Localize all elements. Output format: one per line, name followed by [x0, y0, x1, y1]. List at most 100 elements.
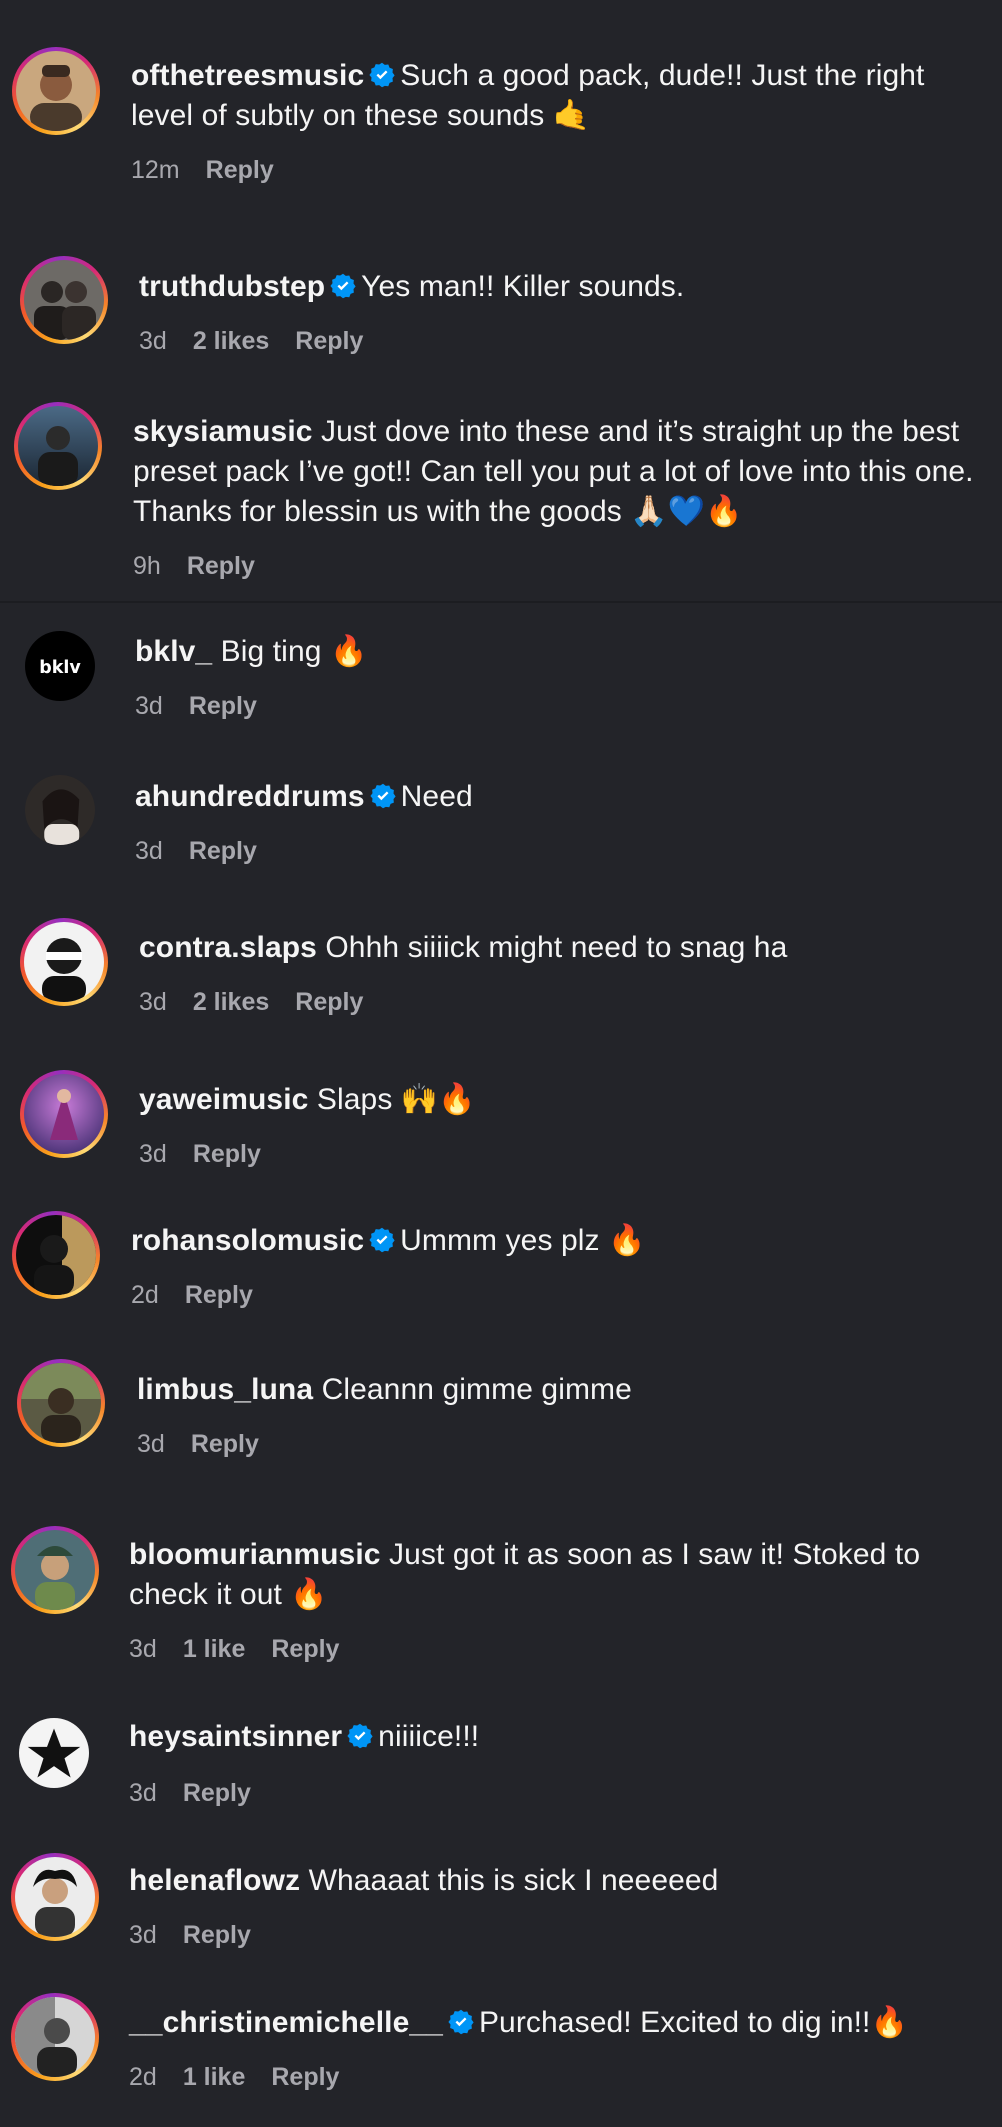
- comment-username[interactable]: bloomurianmusic: [129, 1538, 381, 1571]
- comment-body: Ohhh siiiick might need to snag ha: [325, 931, 788, 964]
- comment-time: 3d: [129, 1635, 157, 1663]
- reply-button[interactable]: Reply: [271, 1635, 339, 1663]
- comment-meta: 3d Reply: [135, 691, 283, 721]
- reply-button[interactable]: Reply: [193, 1140, 261, 1168]
- comment-meta: 3d Reply: [139, 1139, 287, 1169]
- comment-time: 3d: [139, 1140, 167, 1168]
- comment-meta: 3d Reply: [129, 1920, 277, 1950]
- reply-button[interactable]: Reply: [295, 327, 363, 355]
- comment-meta: 3d 2 likes Reply: [139, 987, 389, 1017]
- comment-username[interactable]: ofthetreesmusic: [131, 59, 364, 92]
- comment-text: bklv_ Big ting 🔥: [135, 632, 974, 672]
- comment-username[interactable]: heysaintsinner: [129, 1720, 342, 1753]
- comment-time: 3d: [135, 837, 163, 865]
- comment-username[interactable]: truthdubstep: [139, 270, 325, 303]
- comment-body: Yes man!! Killer sounds.: [361, 270, 685, 303]
- comment-text: yaweimusic Slaps 🙌🔥: [139, 1080, 974, 1120]
- verified-badge-icon: [329, 272, 357, 300]
- comment-username[interactable]: limbus_luna: [137, 1373, 313, 1406]
- comment-text: helenaflowz Whaaaat this is sick I neeee…: [129, 1861, 974, 1901]
- reply-button[interactable]: Reply: [189, 837, 257, 865]
- avatar[interactable]: [20, 256, 108, 344]
- reply-button[interactable]: Reply: [206, 156, 274, 184]
- comment-body: Purchased! Excited to dig in!!🔥: [478, 2006, 908, 2039]
- avatar[interactable]: [14, 402, 102, 490]
- comment-meta: 3d Reply: [135, 836, 283, 866]
- comment-text: bloomurianmusic Just got it as soon as I…: [129, 1535, 974, 1615]
- comment-time: 12m: [131, 156, 180, 184]
- reply-button[interactable]: Reply: [295, 988, 363, 1016]
- avatar[interactable]: [19, 1718, 89, 1788]
- comment-username[interactable]: skysiamusic: [133, 415, 313, 448]
- comment-body: niiiice!!!: [378, 1720, 480, 1753]
- comment-time: 9h: [133, 552, 161, 580]
- comment-meta: 2d Reply: [131, 1280, 279, 1310]
- comment-meta: 3d Reply: [137, 1429, 285, 1459]
- comment-body: Whaaaat this is sick I neeeeed: [308, 1864, 719, 1897]
- comment-body: Cleannn gimme gimme: [321, 1373, 632, 1406]
- comment-meta: 3d 2 likes Reply: [139, 326, 389, 356]
- comment-username[interactable]: __christinemichelle__: [129, 2006, 443, 2039]
- verified-badge-icon: [346, 1722, 374, 1750]
- comment-text: truthdubstep Yes man!! Killer sounds.: [139, 267, 974, 307]
- comment-username[interactable]: rohansolomusic: [131, 1224, 364, 1257]
- comment-meta: 3d Reply: [129, 1778, 277, 1808]
- comment-time: 3d: [137, 1430, 165, 1458]
- verified-badge-icon: [368, 1226, 396, 1254]
- comment-text: rohansolomusic Ummm yes plz 🔥: [131, 1221, 974, 1261]
- comment-text: skysiamusic Just dove into these and it’…: [133, 412, 974, 532]
- avatar[interactable]: [20, 918, 108, 1006]
- avatar[interactable]: [12, 1211, 100, 1299]
- comment-text: ofthetreesmusic Such a good pack, dude!! …: [131, 56, 974, 136]
- comment-time: 2d: [129, 2063, 157, 2091]
- reply-button[interactable]: Reply: [183, 1779, 251, 1807]
- comment-body: Big ting 🔥: [220, 635, 368, 668]
- comment-time: 3d: [129, 1921, 157, 1949]
- verified-badge-icon: [369, 782, 397, 810]
- comment-meta: 12m Reply: [131, 155, 300, 185]
- reply-button[interactable]: Reply: [189, 692, 257, 720]
- reply-button[interactable]: Reply: [185, 1281, 253, 1309]
- comment-body: Ummm yes plz 🔥: [400, 1224, 646, 1257]
- comment-meta: 3d 1 like Reply: [129, 1634, 365, 1664]
- comment-username[interactable]: contra.slaps: [139, 931, 317, 964]
- comment-username[interactable]: helenaflowz: [129, 1864, 300, 1897]
- comment-text: contra.slaps Ohhh siiiick might need to …: [139, 928, 974, 968]
- avatar[interactable]: [20, 1070, 108, 1158]
- avatar[interactable]: [11, 1526, 99, 1614]
- comment-time: 2d: [131, 1281, 159, 1309]
- comment-meta: 9h Reply: [133, 551, 281, 581]
- comment-body: Need: [400, 780, 473, 813]
- likes-count[interactable]: 1 like: [183, 2063, 246, 2091]
- avatar[interactable]: [11, 1853, 99, 1941]
- likes-count[interactable]: 2 likes: [193, 327, 269, 355]
- svg-text:bklv: bklv: [39, 658, 81, 678]
- reply-button[interactable]: Reply: [183, 1921, 251, 1949]
- comment-username[interactable]: yaweimusic: [139, 1083, 308, 1116]
- comment-time: 3d: [139, 327, 167, 355]
- comment-text: limbus_luna Cleannn gimme gimme: [137, 1370, 974, 1410]
- comment-username[interactable]: ahundreddrums: [135, 780, 365, 813]
- reply-button[interactable]: Reply: [191, 1430, 259, 1458]
- comment-body: Slaps 🙌🔥: [316, 1083, 476, 1116]
- comment-time: 3d: [135, 692, 163, 720]
- reply-button[interactable]: Reply: [271, 2063, 339, 2091]
- comment-text: ahundreddrums Need: [135, 777, 974, 817]
- comment-time: 3d: [129, 1779, 157, 1807]
- avatar[interactable]: [12, 47, 100, 135]
- verified-badge-icon: [368, 61, 396, 89]
- comment-time: 3d: [139, 988, 167, 1016]
- comment-text: heysaintsinner niiiice!!!: [129, 1717, 974, 1757]
- divider: [0, 601, 1002, 603]
- avatar[interactable]: [17, 1359, 105, 1447]
- avatar[interactable]: bklv: [25, 631, 95, 701]
- likes-count[interactable]: 1 like: [183, 1635, 246, 1663]
- comment-username[interactable]: bklv_: [135, 635, 212, 668]
- avatar[interactable]: [11, 1993, 99, 2081]
- comment-text: __christinemichelle__ Purchased! Excited …: [129, 2003, 974, 2043]
- avatar[interactable]: [25, 775, 95, 845]
- reply-button[interactable]: Reply: [187, 552, 255, 580]
- comment-meta: 2d 1 like Reply: [129, 2062, 365, 2092]
- verified-badge-icon: [447, 2008, 475, 2036]
- likes-count[interactable]: 2 likes: [193, 988, 269, 1016]
